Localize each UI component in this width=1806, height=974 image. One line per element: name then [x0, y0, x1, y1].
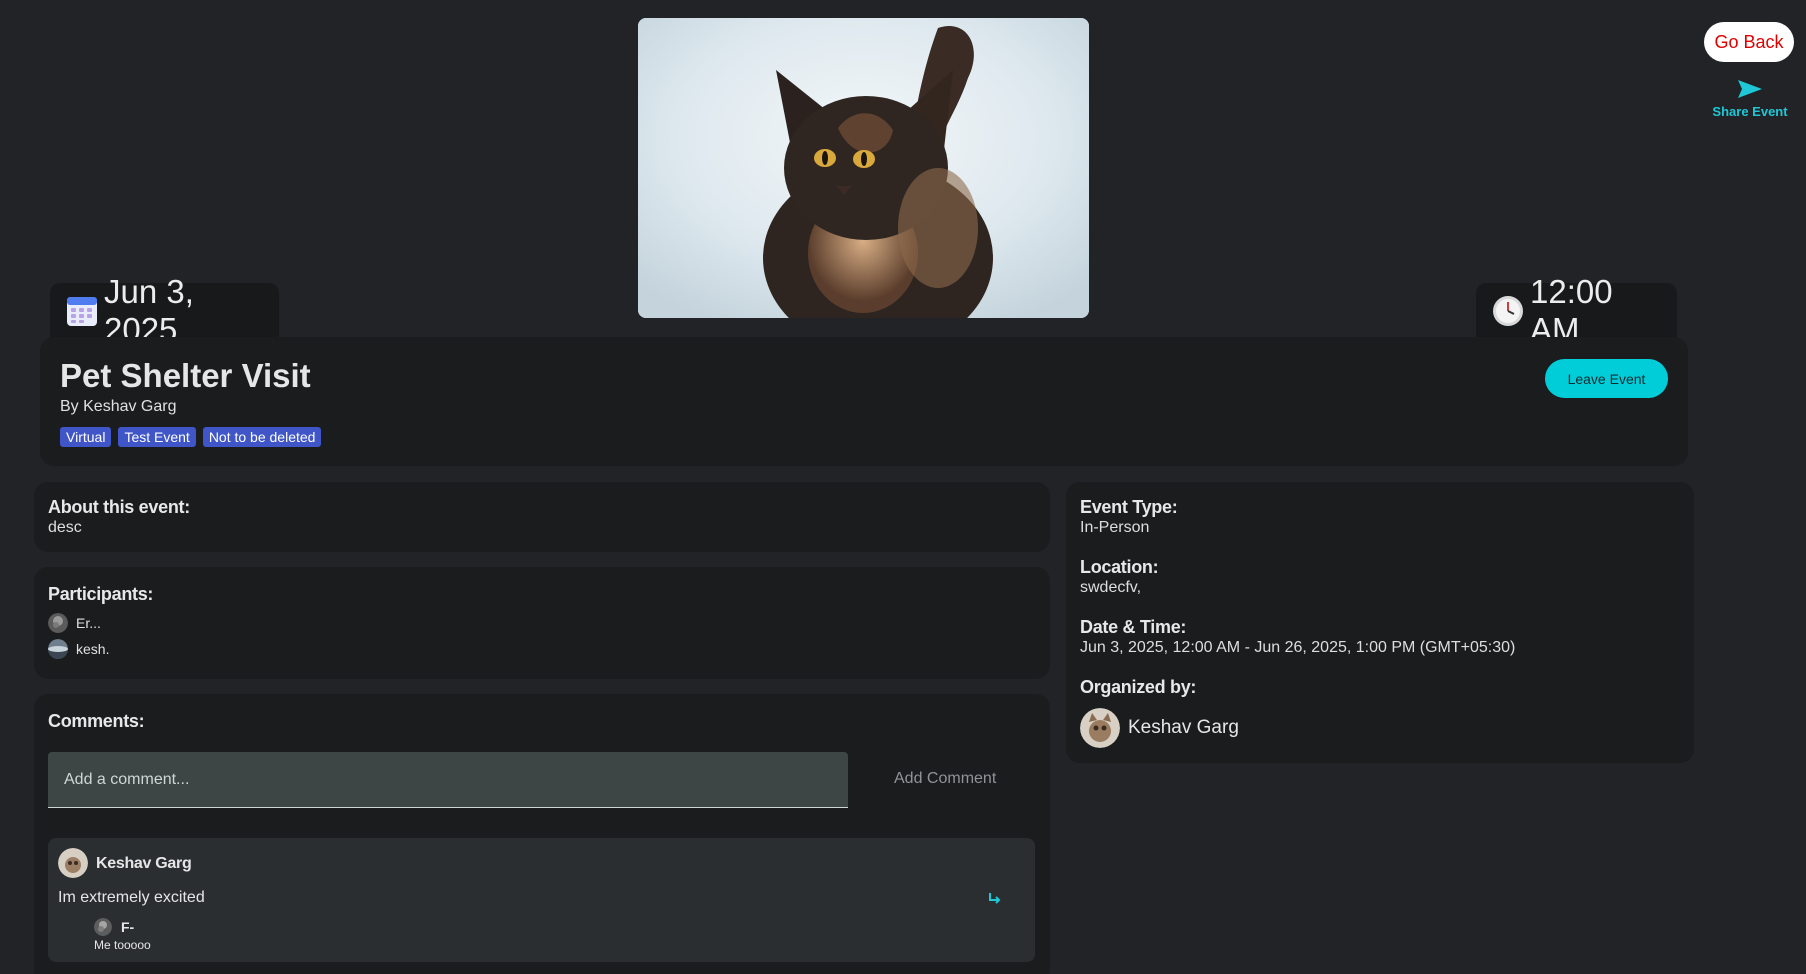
clock-icon — [1493, 295, 1523, 326]
leave-event-button[interactable]: Leave Event — [1545, 359, 1668, 398]
participant-item[interactable]: Er... — [48, 613, 101, 633]
tag-not-to-be-deleted: Not to be deleted — [202, 427, 322, 447]
event-header-card: Pet Shelter Visit By Keshav Garg Virtual… — [40, 337, 1688, 466]
organizer[interactable]: Keshav Garg — [1080, 708, 1239, 748]
comment-item: Keshav Garg Im extremely excited F- Me t… — [48, 838, 1035, 962]
participants-card: Participants: Er... kesh. — [34, 567, 1050, 679]
comment-author-avatar — [58, 848, 88, 878]
datetime-label: Date & Time: — [1080, 617, 1187, 637]
organizer-avatar — [1080, 708, 1120, 748]
send-icon — [1700, 78, 1800, 104]
share-event-label: Share Event — [1712, 104, 1788, 119]
reply-author: F- — [121, 919, 135, 935]
event-details-card: Event Type: In-Person Location: swdecfv,… — [1066, 482, 1694, 763]
event-tags: Virtual Test Event Not to be deleted — [60, 427, 322, 447]
share-event-button[interactable]: Share Event — [1700, 78, 1800, 119]
participant-name: kesh. — [76, 641, 110, 657]
participant-item[interactable]: kesh. — [48, 639, 109, 659]
datetime-value: Jun 3, 2025, 12:00 AM - Jun 26, 2025, 1:… — [1080, 639, 1516, 656]
comments-card: Comments: Add Comment Keshav Garg Im ext… — [34, 694, 1050, 974]
reply-text: Me tooooo — [94, 938, 151, 952]
event-organizer-byline: By Keshav Garg — [60, 398, 177, 415]
calendar-icon — [67, 296, 97, 326]
comment-text: Im extremely excited — [58, 889, 205, 906]
event-time-badge: 12:00 AM — [1476, 273, 1677, 348]
cat-photo — [638, 18, 1089, 318]
about-card: About this event: desc — [34, 482, 1050, 552]
add-comment-button[interactable]: Add Comment — [894, 770, 996, 788]
reply-icon[interactable] — [986, 889, 1004, 907]
comments-label: Comments: — [48, 711, 145, 731]
event-type-label: Event Type: — [1080, 497, 1178, 517]
reply-author-avatar — [94, 918, 112, 936]
comment-author: Keshav Garg — [96, 855, 192, 872]
event-type-value: In-Person — [1080, 519, 1150, 536]
participants-label: Participants: — [48, 584, 154, 604]
location-value: swdecfv, — [1080, 579, 1142, 596]
event-date-badge: Jun 3, 2025 — [50, 273, 279, 348]
comment-input[interactable] — [48, 752, 848, 808]
participant-name: Er... — [76, 615, 101, 631]
participant-avatar — [48, 639, 68, 659]
go-back-button[interactable]: Go Back — [1704, 22, 1794, 62]
organizer-name: Keshav Garg — [1128, 717, 1239, 738]
about-label: About this event: — [48, 497, 190, 517]
organizer-label: Organized by: — [1080, 677, 1197, 697]
location-label: Location: — [1080, 557, 1159, 577]
about-description: desc — [48, 519, 82, 536]
participant-avatar — [48, 613, 68, 633]
tag-virtual: Virtual — [60, 427, 112, 447]
event-title: Pet Shelter Visit — [60, 357, 311, 394]
event-cover-image — [638, 18, 1089, 318]
tag-test-event: Test Event — [118, 427, 196, 447]
